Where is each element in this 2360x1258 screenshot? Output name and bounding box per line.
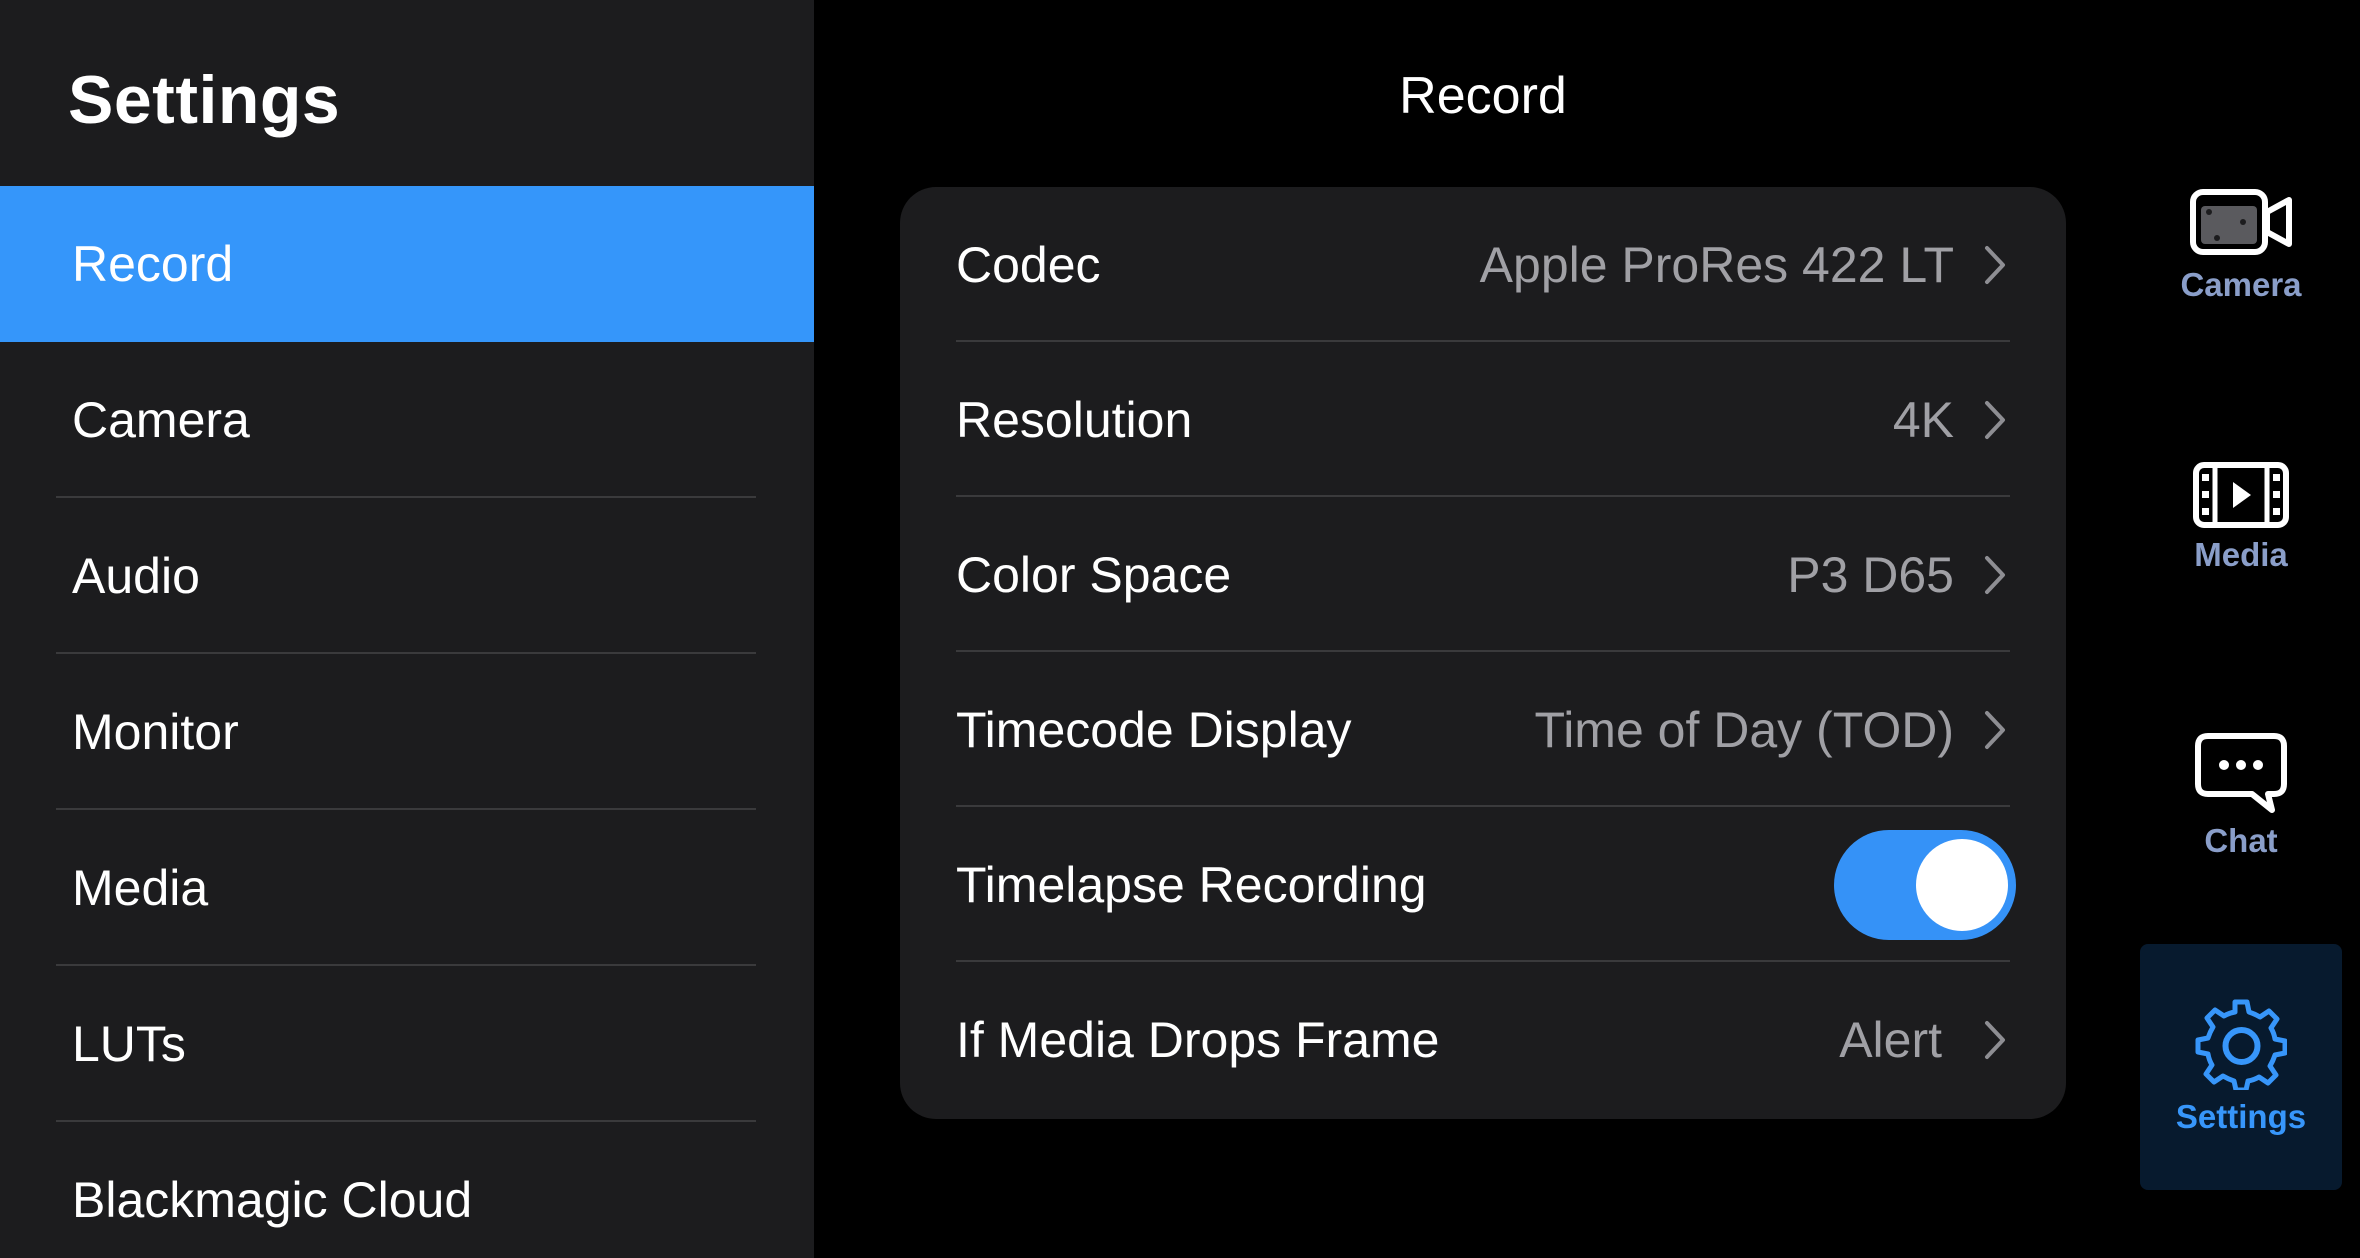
chevron-right-icon: [1985, 710, 2005, 749]
chevron-right-icon: [1985, 245, 2005, 284]
sidebar-item-label: Camera: [72, 392, 250, 448]
tab-bar: Camera Media Chat Settings: [2140, 0, 2360, 1258]
sidebar-title: Settings: [68, 62, 341, 138]
sidebar-item-label: LUTs: [72, 1016, 186, 1072]
record-settings-card: Codec Apple ProRes 422 LT Resolution 4K …: [900, 187, 2066, 1119]
chevron-right-icon: [1985, 400, 2005, 439]
sidebar-item-audio[interactable]: Audio: [0, 498, 814, 654]
sidebar-item-camera[interactable]: Camera: [0, 342, 814, 498]
sidebar-list: Record Camera Audio Monitor Media LUTs B…: [0, 186, 814, 1258]
tab-camera[interactable]: Camera: [2140, 186, 2342, 326]
tab-label: Chat: [2204, 822, 2278, 859]
gear-icon: [2195, 999, 2287, 1090]
tab-settings[interactable]: Settings: [2140, 944, 2342, 1190]
chevron-right-icon: [1985, 1020, 2005, 1059]
row-label: Color Space: [956, 546, 1232, 603]
row-label: If Media Drops Frame: [956, 1011, 1440, 1068]
row-value: Apple ProRes 422 LT: [1479, 236, 1954, 293]
color-space-row[interactable]: Color Space P3 D65: [956, 497, 2010, 652]
sidebar-item-label: Audio: [72, 548, 200, 604]
codec-row[interactable]: Codec Apple ProRes 422 LT: [956, 187, 2010, 342]
tab-media[interactable]: Media: [2140, 462, 2342, 602]
sidebar-item-label: Blackmagic Cloud: [72, 1172, 473, 1228]
tab-label: Media: [2194, 536, 2288, 573]
sidebar-item-blackmagic-cloud[interactable]: Blackmagic Cloud: [0, 1122, 814, 1258]
sidebar-item-label: Monitor: [72, 704, 239, 760]
tab-chat[interactable]: Chat: [2140, 732, 2342, 872]
if-media-drops-frame-row[interactable]: If Media Drops Frame Alert: [956, 962, 2010, 1117]
resolution-row[interactable]: Resolution 4K: [956, 342, 2010, 497]
page-title: Record: [1399, 67, 1567, 125]
timelapse-recording-row: Timelapse Recording: [956, 807, 2016, 962]
row-value: Alert: [1839, 1011, 1942, 1068]
sidebar-item-record[interactable]: Record: [0, 186, 814, 342]
timecode-display-row[interactable]: Timecode Display Time of Day (TOD): [956, 652, 2010, 807]
toggle-knob: [1916, 838, 2008, 931]
row-label: Resolution: [956, 391, 1193, 448]
sidebar-item-label: Media: [72, 860, 209, 916]
sidebar-item-monitor[interactable]: Monitor: [0, 654, 814, 810]
sidebar-item-media[interactable]: Media: [0, 810, 814, 966]
chat-bubble-icon: [2195, 733, 2287, 813]
row-label: Timelapse Recording: [956, 856, 1427, 913]
row-value: Time of Day (TOD): [1534, 701, 1954, 758]
timelapse-recording-toggle[interactable]: [1834, 829, 2016, 940]
film-play-icon: [2193, 462, 2289, 528]
row-label: Codec: [956, 236, 1101, 293]
chevron-right-icon: [1985, 555, 2005, 594]
tab-label: Settings: [2175, 1098, 2307, 1135]
row-value: P3 D65: [1787, 546, 1954, 603]
video-camera-icon: [2190, 189, 2292, 255]
sidebar-item-label: Record: [72, 236, 234, 292]
sidebar-item-luts[interactable]: LUTs: [0, 966, 814, 1122]
tab-label: Camera: [2180, 266, 2302, 303]
settings-sidebar: Settings Record Camera Audio Monitor Med…: [0, 0, 814, 1258]
row-value: 4K: [1892, 391, 1954, 448]
row-label: Timecode Display: [956, 701, 1352, 758]
